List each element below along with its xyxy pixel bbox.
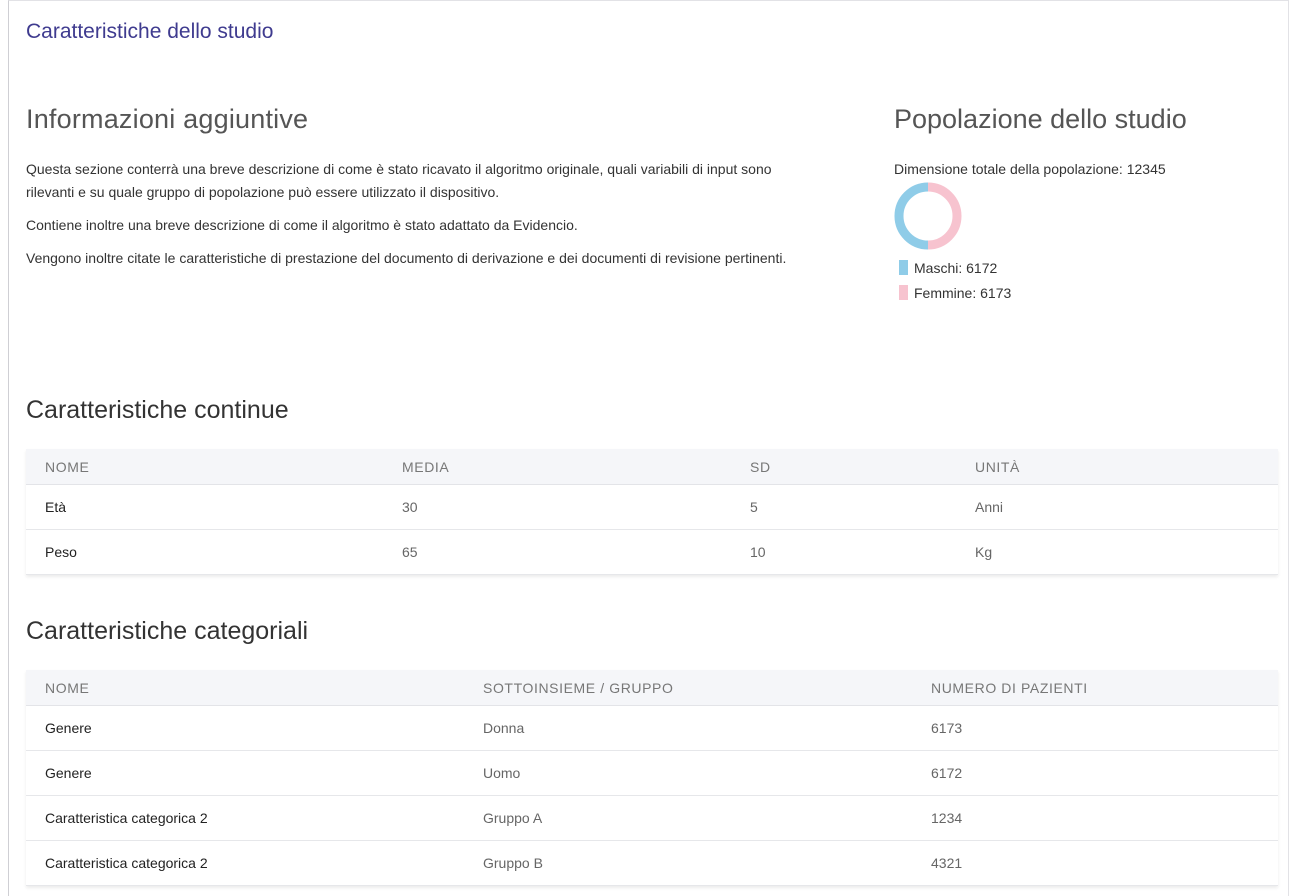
donut-segment-female bbox=[927, 182, 962, 250]
population-total: Dimensione totale della popolazione: 123… bbox=[894, 161, 1166, 177]
table-row: Genere Donna 6173 bbox=[26, 705, 1278, 751]
column-header: SD bbox=[731, 449, 956, 485]
table-row: Peso 65 10 Kg bbox=[26, 529, 1278, 575]
table-row: Età 30 5 Anni bbox=[26, 484, 1278, 530]
legend-swatch-male bbox=[899, 260, 908, 275]
continuous-table: NOME MEDIA SD UNITÀ Età 30 5 Anni Peso 6… bbox=[26, 449, 1278, 575]
table-cell: 6173 bbox=[912, 705, 1278, 751]
table-cell: Gruppo A bbox=[464, 795, 912, 841]
info-heading: Informazioni aggiuntive bbox=[26, 104, 309, 134]
table-cell: 65 bbox=[383, 529, 731, 575]
table-cell: Caratteristica categorica 2 bbox=[26, 840, 464, 886]
page-title: Caratteristiche dello studio bbox=[26, 20, 274, 43]
column-header: NOME bbox=[26, 670, 464, 706]
legend-label-female: Femmine: 6173 bbox=[914, 284, 1012, 301]
column-header: SOTTOINSIEME / GRUPPO bbox=[464, 670, 912, 706]
table-cell: 10 bbox=[731, 529, 956, 575]
table-cell: Kg bbox=[956, 529, 1278, 575]
table-cell: 4321 bbox=[912, 840, 1278, 886]
legend-item-female: Femmine: 6173 bbox=[899, 280, 1011, 305]
table-row: Caratteristica categorica 2 Gruppo B 432… bbox=[26, 840, 1278, 886]
info-paragraph: Questa sezione conterrà una breve descri… bbox=[26, 161, 772, 200]
table-cell: Uomo bbox=[464, 750, 912, 796]
table-cell: 6172 bbox=[912, 750, 1278, 796]
table-cell: 30 bbox=[383, 484, 731, 530]
info-paragraph: Contiene inoltre una breve descrizione d… bbox=[26, 217, 578, 233]
table-header-row: NOME SOTTOINSIEME / GRUPPO NUMERO DI PAZ… bbox=[26, 670, 1278, 706]
table-cell: 1234 bbox=[912, 795, 1278, 841]
legend-item-male: Maschi: 6172 bbox=[899, 255, 1011, 280]
legend-swatch-female bbox=[899, 285, 908, 300]
donut-segment-male bbox=[894, 182, 929, 250]
table-cell: Caratteristica categorica 2 bbox=[26, 795, 464, 841]
legend-label-male: Maschi: 6172 bbox=[914, 259, 998, 276]
table-cell: Anni bbox=[956, 484, 1278, 530]
table-cell: Genere bbox=[26, 705, 464, 751]
study-characteristics-panel: Caratteristiche dello studio Informazion… bbox=[8, 0, 1289, 896]
table-cell: Genere bbox=[26, 750, 464, 796]
table-header-row: NOME MEDIA SD UNITÀ bbox=[26, 449, 1278, 485]
column-header: NOME bbox=[26, 449, 383, 485]
column-header: UNITÀ bbox=[956, 449, 1278, 485]
population-heading: Popolazione dello studio bbox=[894, 104, 1187, 134]
column-header: NUMERO DI PAZIENTI bbox=[912, 670, 1278, 706]
categorical-table: NOME SOTTOINSIEME / GRUPPO NUMERO DI PAZ… bbox=[26, 670, 1278, 886]
table-cell: Peso bbox=[26, 529, 383, 575]
population-donut-chart bbox=[894, 182, 962, 250]
population-legend: Maschi: 6172 Femmine: 6173 bbox=[899, 255, 1011, 305]
info-description: Questa sezione conterrà una breve descri… bbox=[26, 158, 806, 280]
table-cell: Gruppo B bbox=[464, 840, 912, 886]
column-header: MEDIA bbox=[383, 449, 731, 485]
table-cell: Età bbox=[26, 484, 383, 530]
table-row: Caratteristica categorica 2 Gruppo A 123… bbox=[26, 795, 1278, 841]
continuous-heading: Caratteristiche continue bbox=[26, 396, 289, 424]
table-cell: Donna bbox=[464, 705, 912, 751]
table-row: Genere Uomo 6172 bbox=[26, 750, 1278, 796]
categorical-heading: Caratteristiche categoriali bbox=[26, 617, 309, 645]
info-paragraph: Vengono inoltre citate le caratteristich… bbox=[26, 250, 787, 266]
table-cell: 5 bbox=[731, 484, 956, 530]
